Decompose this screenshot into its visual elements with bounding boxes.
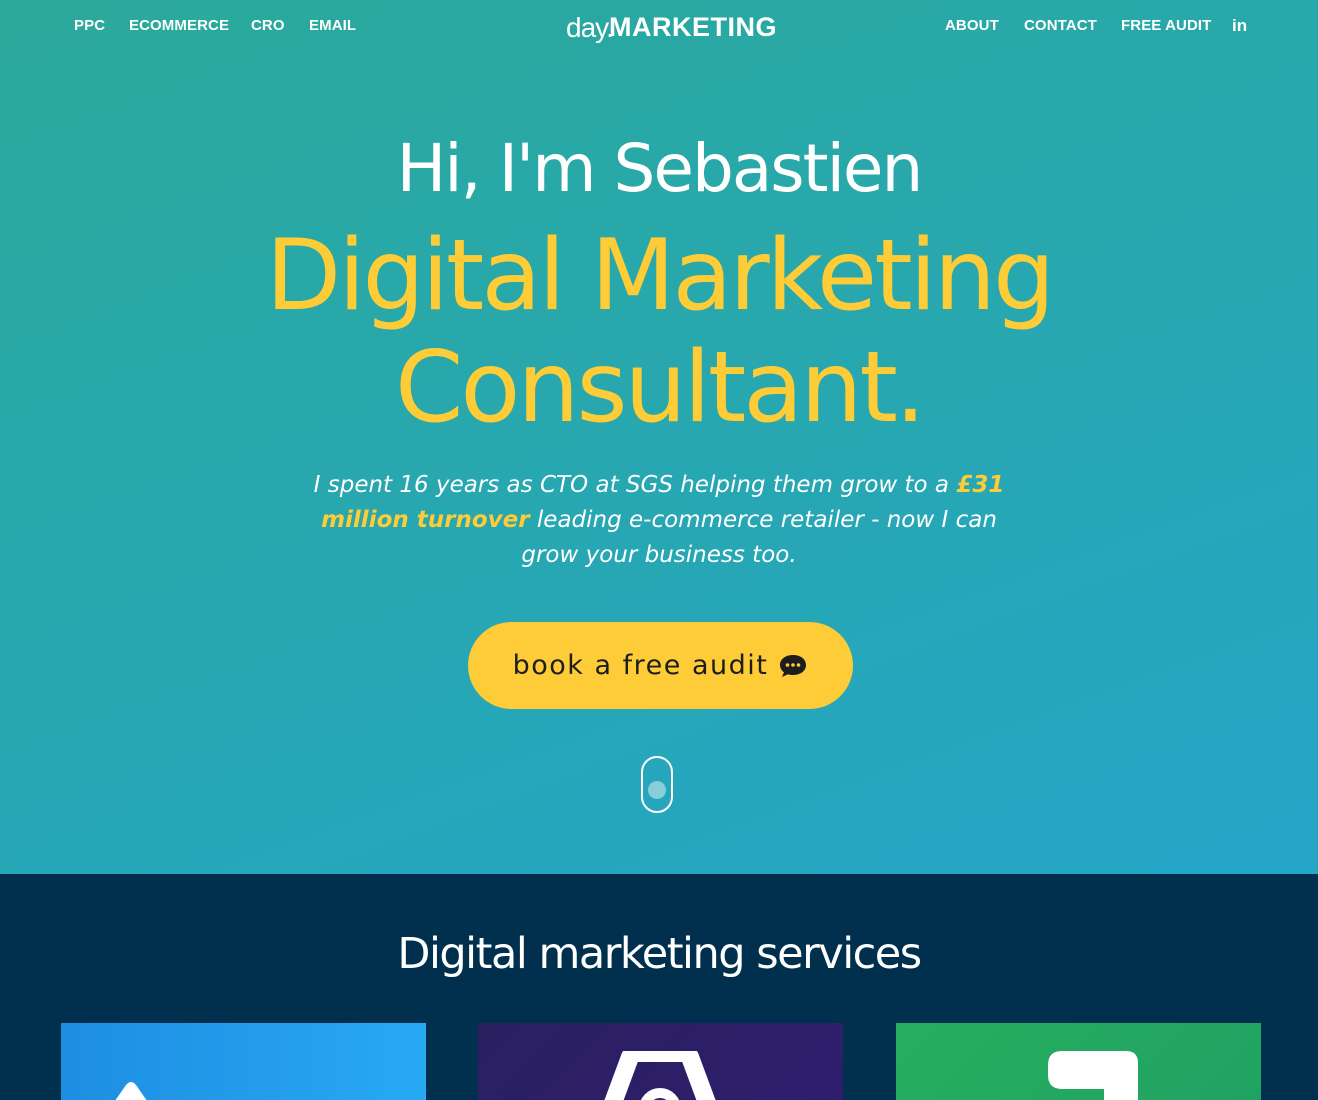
service-card-ecommerce[interactable] <box>478 1023 843 1100</box>
nav-ecommerce[interactable]: ECOMMERCE <box>129 17 229 34</box>
logo-prefix: day. <box>566 12 614 43</box>
linkedin-icon[interactable]: in <box>1232 16 1247 36</box>
chat-bubble-icon <box>780 654 807 677</box>
nav-about[interactable]: ABOUT <box>945 17 999 34</box>
hero-title: Digital Marketing Consultant. <box>265 219 1055 445</box>
intro-text-start: I spent 16 years as CTO at SGS helping t… <box>313 472 957 498</box>
book-audit-button[interactable]: book a free audit <box>468 622 853 709</box>
service-card-cro[interactable] <box>896 1023 1261 1100</box>
ppc-service-icon <box>115 1082 147 1100</box>
intro-text-end: leading e-commerce retailer - now I can … <box>521 507 997 568</box>
hero-section: PPC ECOMMERCE CRO EMAIL day. MARKETING A… <box>0 0 1318 874</box>
book-audit-label: book a free audit <box>512 650 769 681</box>
ecommerce-service-icon <box>604 1051 716 1100</box>
service-card-ppc[interactable] <box>61 1023 426 1100</box>
nav-free-audit[interactable]: FREE AUDIT <box>1121 17 1211 34</box>
logo-brand: MARKETING <box>609 12 777 42</box>
nav-contact[interactable]: CONTACT <box>1024 17 1097 34</box>
hero-intro: I spent 16 years as CTO at SGS helping t… <box>300 468 1018 573</box>
hero-greeting: Hi, I'm Sebastien <box>396 130 924 207</box>
nav-email[interactable]: EMAIL <box>309 17 356 34</box>
top-nav: PPC ECOMMERCE CRO EMAIL day. MARKETING A… <box>0 0 1318 52</box>
scroll-mouse-icon[interactable] <box>641 756 673 813</box>
nav-ppc[interactable]: PPC <box>74 17 105 34</box>
services-section: Digital marketing services <box>0 874 1318 1100</box>
services-heading: Digital marketing services <box>397 929 922 979</box>
site-logo[interactable]: day. MARKETING <box>566 6 777 44</box>
cro-service-icon <box>1048 1051 1138 1100</box>
scroll-indicator-dot <box>648 781 666 799</box>
nav-cro[interactable]: CRO <box>251 17 285 34</box>
